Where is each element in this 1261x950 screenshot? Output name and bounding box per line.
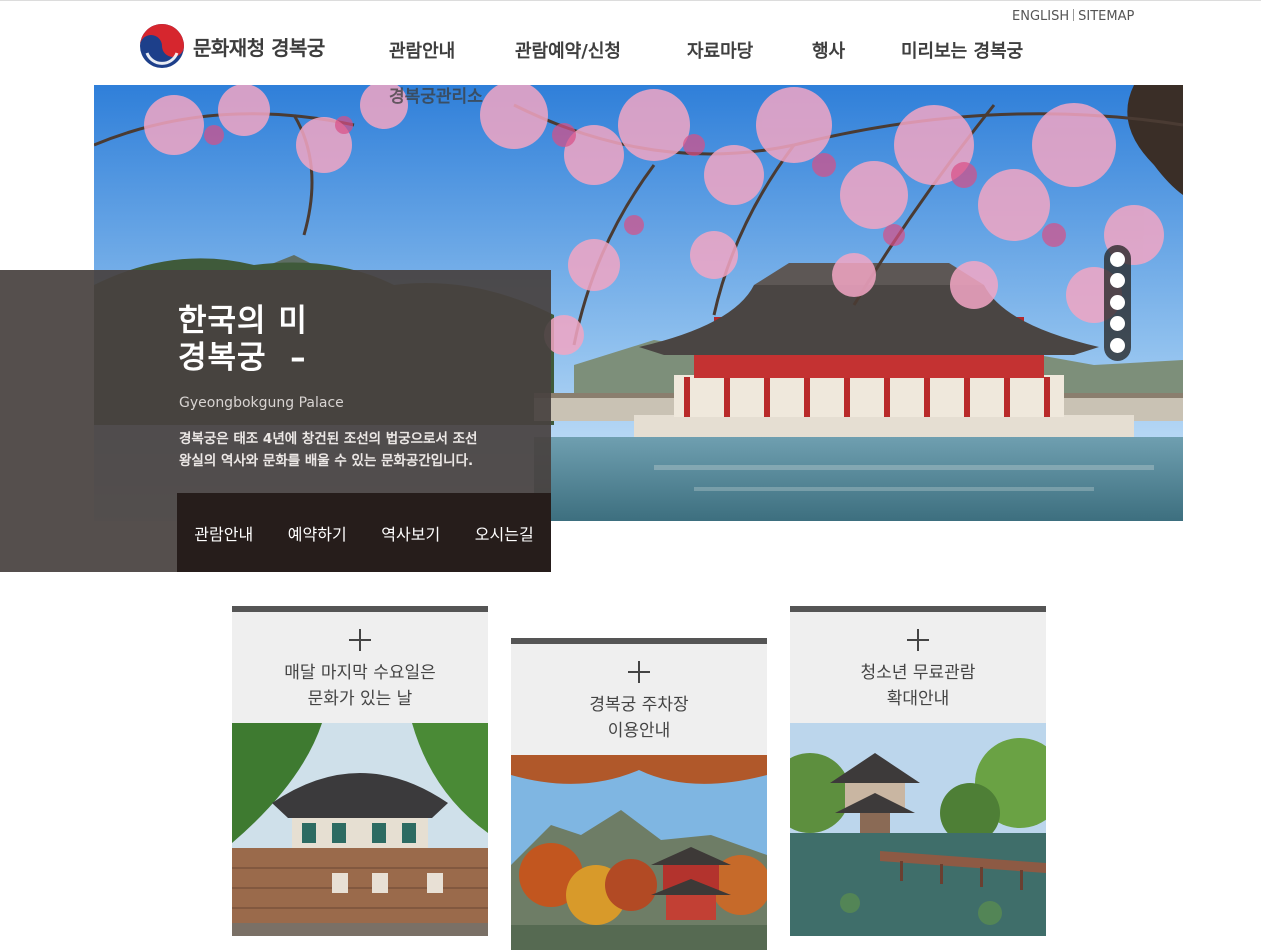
notice-card-youth-free[interactable]: 청소년 무료관람 확대안내 [790, 606, 1046, 936]
site-logo[interactable]: 문화재청 경복궁 [139, 23, 325, 69]
card-label: 경복궁 주차장 이용안내 [589, 695, 689, 741]
hero-title: 한국의 미 경복궁 – [178, 303, 308, 376]
plus-icon [349, 629, 371, 651]
card-photo [511, 755, 767, 950]
plus-icon [907, 629, 929, 651]
quick-link-directions[interactable]: 오시는길 [458, 493, 552, 572]
slide-dot-2[interactable] [1110, 273, 1125, 288]
nav-item-visit-info[interactable]: 관람안내 [389, 37, 455, 63]
utility-links: ENGLISH SITEMAP [1012, 9, 1134, 24]
card-label: 매달 마지막 수요일은 문화가 있는 날 [284, 663, 436, 709]
nav-item-resources[interactable]: 자료마당 [687, 37, 753, 63]
logo-text: 문화재청 경복궁 [193, 35, 325, 60]
card-header: 청소년 무료관람 확대안내 [790, 612, 1046, 723]
hero-info-panel: 한국의 미 경복궁 – Gyeongbokgung Palace 경복궁은 태조… [0, 270, 551, 572]
notice-card-parking[interactable]: 경복궁 주차장 이용안내 [511, 638, 767, 950]
slide-pager [1104, 245, 1131, 361]
hero-subtitle: Gyeongbokgung Palace [179, 395, 344, 411]
nav-submenu-item[interactable]: 경복궁관리소 [389, 82, 483, 107]
utility-divider [1073, 9, 1075, 21]
quick-link-history[interactable]: 역사보기 [364, 493, 458, 572]
nav-item-preview[interactable]: 미리보는 경복궁 [901, 37, 1023, 63]
slide-dot-3[interactable] [1110, 295, 1125, 310]
english-link[interactable]: ENGLISH [1012, 9, 1069, 24]
hero-description: 경복궁은 태조 4년에 창건된 조선의 법궁으로서 조선 왕실의 역사와 문화를… [179, 431, 478, 469]
taegeuk-logo-icon [140, 24, 184, 68]
card-header: 경복궁 주차장 이용안내 [511, 644, 767, 755]
quick-links: 관람안내 예약하기 역사보기 오시는길 [177, 493, 551, 572]
quick-link-visit-info[interactable]: 관람안내 [177, 493, 271, 572]
card-header: 매달 마지막 수요일은 문화가 있는 날 [232, 612, 488, 723]
nav-item-events[interactable]: 행사 [812, 37, 845, 63]
card-label: 청소년 무료관람 확대안내 [860, 663, 976, 709]
plus-icon [628, 661, 650, 683]
quick-link-reserve[interactable]: 예약하기 [271, 493, 365, 572]
card-photo [232, 723, 488, 936]
card-photo [790, 723, 1046, 936]
top-border [0, 0, 1261, 1]
nav-item-reservation[interactable]: 관람예약/신청 [515, 37, 621, 63]
sitemap-link[interactable]: SITEMAP [1078, 9, 1134, 24]
slide-dot-4[interactable] [1110, 316, 1125, 331]
slide-dot-1[interactable] [1110, 252, 1125, 267]
notice-card-culture-day[interactable]: 매달 마지막 수요일은 문화가 있는 날 [232, 606, 488, 936]
slide-dot-5[interactable] [1110, 338, 1125, 353]
